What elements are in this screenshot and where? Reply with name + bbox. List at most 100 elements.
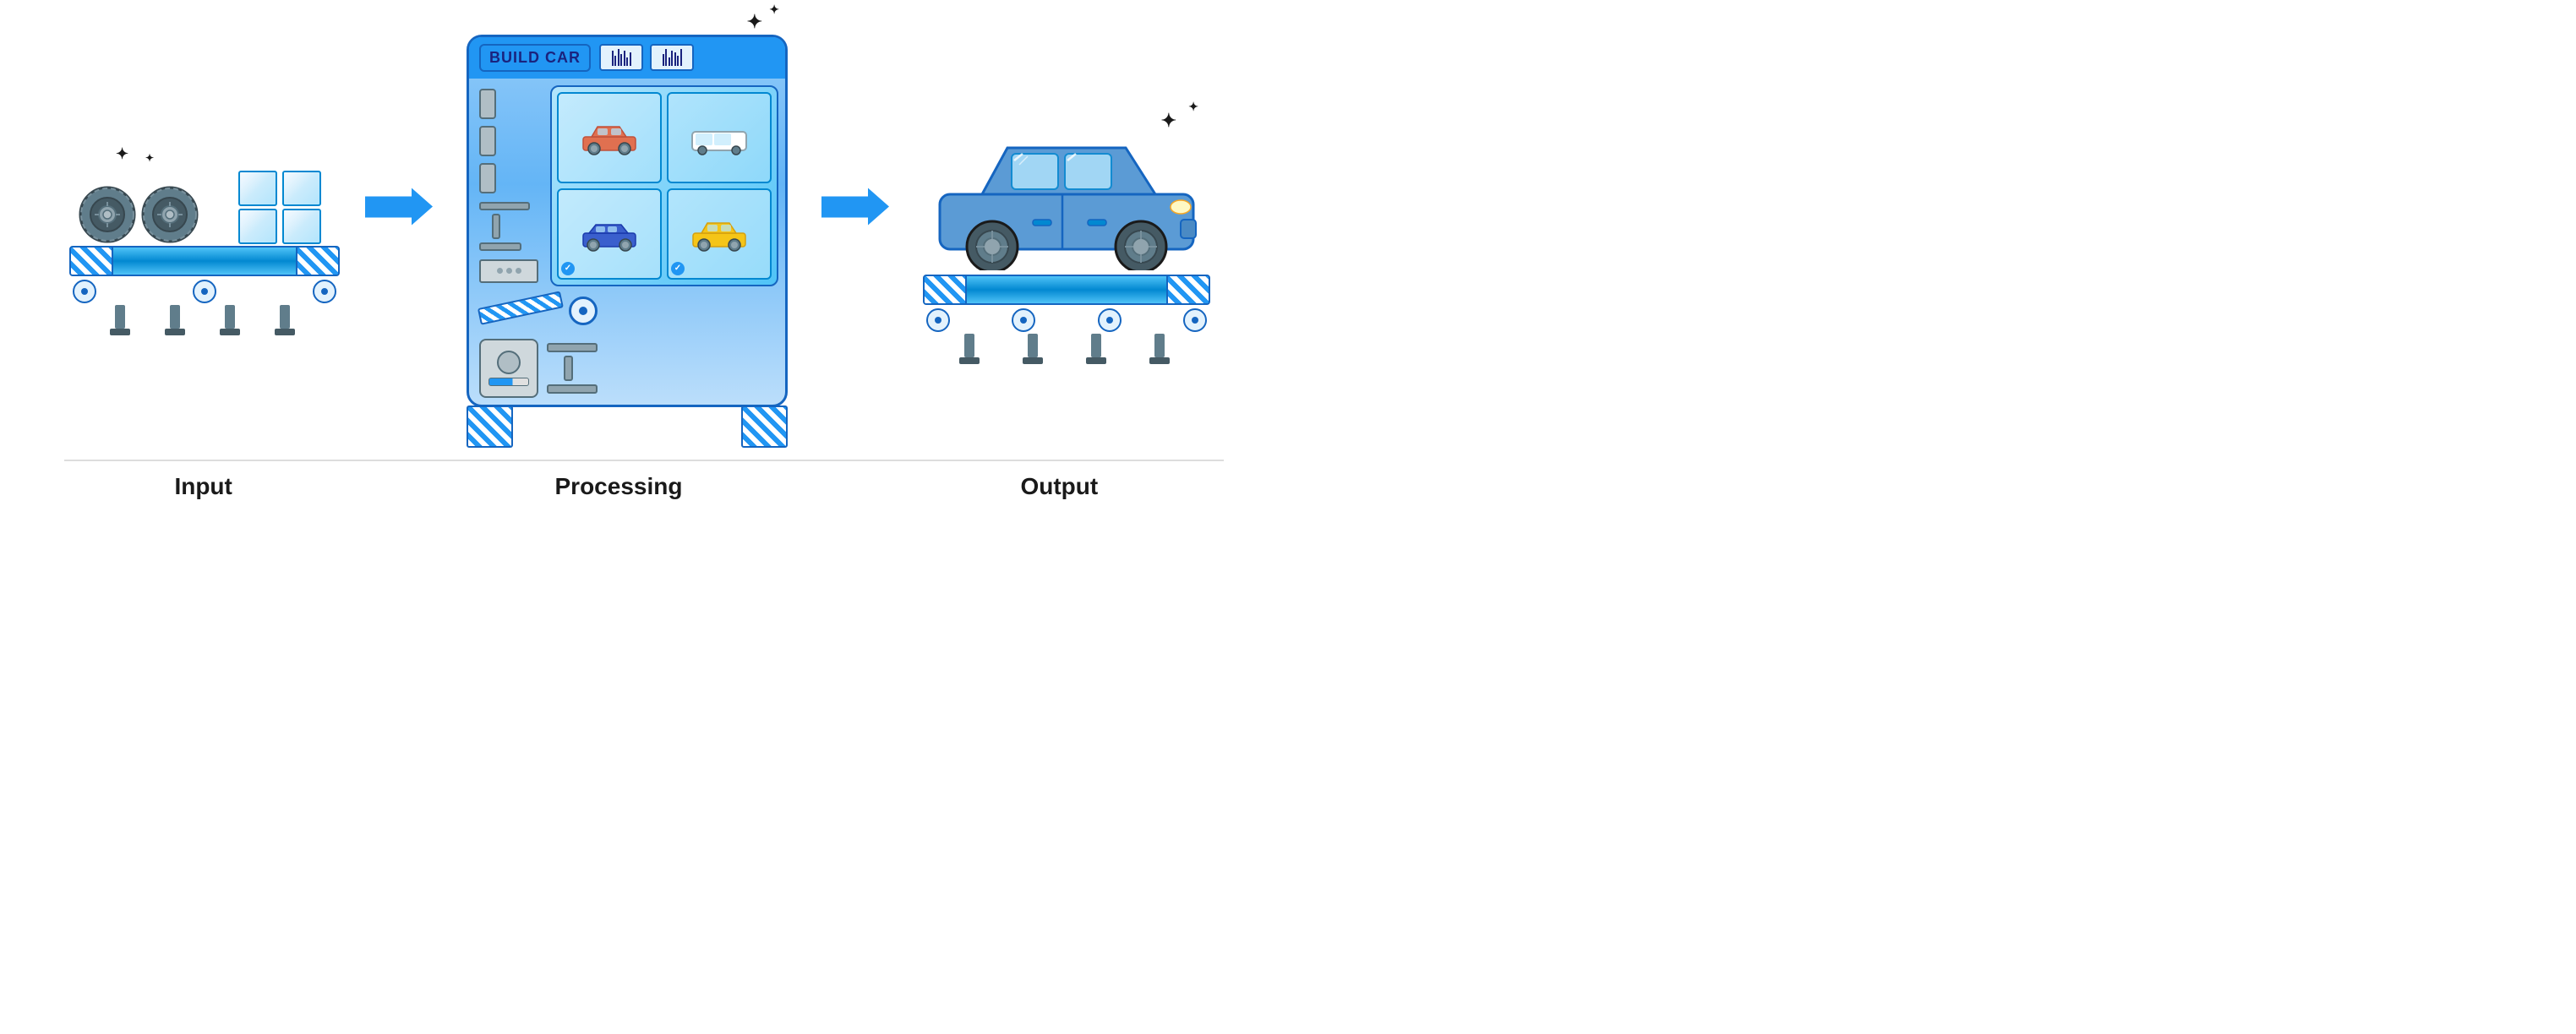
bline	[665, 49, 667, 66]
output-belt-legs	[923, 334, 1210, 364]
bline	[618, 49, 619, 66]
ground-line	[64, 460, 1224, 461]
barcode-display	[599, 44, 694, 71]
input-conveyor-area: ✦ ✦	[69, 145, 340, 335]
belt-stripe-left	[71, 248, 113, 275]
pipe-v-1	[492, 214, 500, 239]
output-belt-stripe-left	[925, 276, 967, 303]
barcode-box-2	[650, 44, 694, 71]
belt-pulley-icon	[569, 297, 598, 325]
bline	[614, 56, 616, 66]
bline	[680, 49, 682, 66]
input-label: Input	[174, 473, 232, 499]
machine-bottom	[469, 332, 785, 405]
slot-dot-3	[516, 268, 521, 274]
barcode-lines-2	[663, 49, 682, 66]
machine-screen: ✓	[550, 85, 778, 286]
machine-content: ✓	[469, 79, 785, 293]
pipe-h-2	[479, 242, 521, 251]
bline	[663, 54, 664, 66]
slot-dot-1	[497, 268, 503, 274]
belt-wheel-3	[313, 280, 336, 303]
processing-label-container: Processing	[441, 473, 796, 500]
machine-right-pipes	[547, 343, 598, 394]
output-wheel-1	[926, 308, 950, 332]
machine-pipe-v-1	[564, 356, 573, 381]
output-label: Output	[1020, 473, 1098, 499]
bline	[612, 51, 614, 66]
output-wheel-4	[1183, 308, 1207, 332]
leg-2	[170, 305, 185, 335]
tire-left-icon	[78, 185, 137, 244]
input-belt-legs	[69, 305, 340, 335]
machine-header: BUILD CAR	[469, 37, 785, 79]
machine-left-panel	[476, 85, 543, 286]
sparkle-proc-2: ✦	[769, 3, 779, 17]
belt-wheel-1	[73, 280, 96, 303]
tire-right-icon	[140, 185, 199, 244]
knob-3	[479, 163, 496, 193]
output-leg-1	[964, 334, 980, 364]
output-belt-track	[923, 275, 1210, 305]
machine-bottom-box	[479, 339, 538, 398]
barcode-lines-1	[612, 49, 631, 66]
sparkle-output-2: ✦	[1188, 100, 1198, 114]
leg-4	[280, 305, 295, 335]
input-belt	[69, 246, 340, 335]
output-belt-stripe-right	[1166, 276, 1209, 303]
car-yellow-sedan-icon	[689, 216, 750, 252]
sparkle-proc-1: ✦	[747, 11, 762, 33]
boxes-group	[238, 171, 323, 244]
output-leg-3	[1091, 334, 1106, 364]
belt-mid	[113, 248, 296, 275]
checkmark-yellow: ✓	[671, 262, 685, 275]
machine-pipe-h-1	[547, 343, 598, 352]
leg-3	[225, 305, 240, 335]
build-car-label: BUILD CAR	[479, 44, 591, 72]
bline	[674, 52, 676, 66]
knob-1	[479, 89, 496, 119]
output-belt-mid	[967, 276, 1166, 303]
belt-stripe-right	[296, 248, 338, 275]
car-blue-hatchback-icon	[579, 216, 640, 252]
car-white-van-icon	[689, 120, 750, 155]
output-car-wrapper: ✦ ✦	[923, 118, 1210, 364]
knob-group	[479, 89, 540, 193]
main-container: ✦ ✦	[0, 18, 1288, 456]
machine-slot	[479, 259, 538, 283]
input-belt-track	[69, 246, 340, 276]
labels-row: Input Processing Output	[0, 473, 1288, 500]
pipe-system	[479, 202, 540, 251]
bline	[620, 54, 622, 66]
box-4	[282, 209, 321, 244]
machine-pipe-h-2	[547, 384, 598, 394]
car-option-yellow-sedan: ✓	[667, 188, 772, 280]
output-leg-2	[1028, 334, 1043, 364]
tires-group	[78, 185, 199, 244]
belt-wheel-2	[193, 280, 216, 303]
output-car-icon	[923, 118, 1210, 270]
car-option-white-van	[667, 92, 772, 183]
output-belt	[923, 275, 1210, 364]
leg-1	[115, 305, 130, 335]
arrow-input-to-processing	[365, 186, 433, 228]
processing-label: Processing	[555, 473, 683, 499]
sparkle-output-1: ✦	[1161, 110, 1176, 132]
sparkle-input-1: ✦	[116, 145, 128, 163]
input-belt-wheels	[69, 280, 340, 303]
sparkle-input-2: ✦	[145, 152, 154, 164]
machine-circle-icon	[497, 351, 521, 374]
knob-2	[479, 126, 496, 156]
box-1	[238, 171, 277, 206]
output-wheel-3	[1098, 308, 1122, 332]
pipe-h-1	[479, 202, 530, 210]
pulley-center	[579, 307, 587, 315]
input-label-container: Input	[68, 473, 339, 500]
output-wheel-2	[1012, 308, 1035, 332]
output-section: ✦ ✦	[906, 118, 1227, 364]
input-items-row	[69, 171, 340, 244]
bline	[624, 51, 625, 66]
machine-progress-bar	[488, 378, 529, 386]
bline	[626, 57, 628, 66]
barcode-box-1	[599, 44, 643, 71]
